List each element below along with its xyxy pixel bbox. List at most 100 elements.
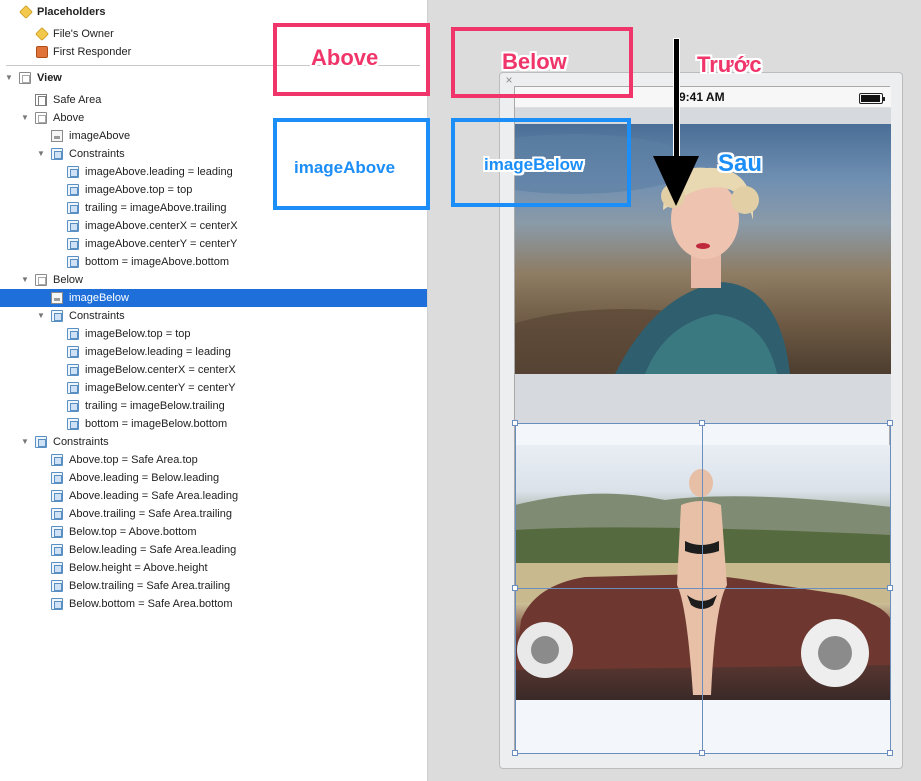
constraint-label: imageBelow.centerX = centerX [85,364,236,376]
constraint-icon [51,508,63,520]
constraint-label: trailing = imageBelow.trailing [85,400,225,412]
safe-area-label: Safe Area [53,94,102,106]
constraint-icon [51,580,63,592]
image-view-icon [51,130,63,142]
image-below-view[interactable] [515,445,891,700]
constraint-label: trailing = imageAbove.trailing [85,202,227,214]
constraint-icon [67,418,79,430]
constraint-row[interactable]: Below.trailing = Safe Area.trailing [0,577,427,595]
image-below-label: imageBelow [69,292,129,304]
constraint-icon [67,256,79,268]
constraint-icon [67,400,79,412]
resize-handle[interactable] [887,585,893,591]
constraint-label: Above.top = Safe Area.top [69,454,198,466]
above-label: Above [53,112,85,124]
annotation-arrow-shaft [673,38,680,166]
constraints-label: Constraints [53,436,109,448]
constraint-label: bottom = imageBelow.bottom [85,418,228,430]
constraint-row[interactable]: Above.leading = Below.leading [0,469,427,487]
constraint-row[interactable]: Below.height = Above.height [0,559,427,577]
safe-area-icon [35,94,47,106]
disclosure-triangle-icon[interactable]: ▼ [36,145,46,163]
constraint-row[interactable]: imageAbove.centerY = centerY [0,235,427,253]
constraint-icon [67,202,79,214]
constraint-label: Above.trailing = Safe Area.trailing [69,508,232,520]
resize-handle[interactable] [887,750,893,756]
constraint-label: imageAbove.centerX = centerX [85,220,238,232]
disclosure-triangle-icon[interactable]: ▼ [20,433,30,451]
down-arrow-icon [653,156,699,206]
constraint-label: Below.height = Above.height [69,562,208,574]
constraint-row[interactable]: imageBelow.top = top [0,325,427,343]
constraint-row[interactable]: Above.top = Safe Area.top [0,451,427,469]
placeholders-label: Placeholders [37,6,106,18]
constraint-icon [67,238,79,250]
below-view-empty-area [515,700,891,754]
resize-handle[interactable] [512,750,518,756]
view-icon [35,112,47,124]
constraint-icon [51,598,63,610]
outline-row-below[interactable]: ▼ Below [0,271,427,289]
constraint-row[interactable]: imageAbove.centerX = centerX [0,217,427,235]
center-y-guide [515,588,891,589]
constraint-label: bottom = imageAbove.bottom [85,256,229,268]
constraint-row[interactable]: Below.leading = Safe Area.leading [0,541,427,559]
constraint-label: Below.bottom = Safe Area.bottom [69,598,233,610]
outline-row-view-constraints[interactable]: ▼ Constraints [0,433,427,451]
constraint-row[interactable]: Below.top = Above.bottom [0,523,427,541]
constraint-icon [67,328,79,340]
constraint-icon [67,184,79,196]
view-icon [35,274,47,286]
image-view-icon [51,292,63,304]
constraint-row[interactable]: bottom = imageAbove.bottom [0,253,427,271]
annotation-truoc-label: Trước [697,52,762,77]
constraint-label: Below.trailing = Safe Area.trailing [69,580,231,592]
resize-handle[interactable] [699,750,705,756]
constraints-icon [35,436,47,448]
files-owner-label: File's Owner [53,28,114,40]
constraint-row[interactable]: bottom = imageBelow.bottom [0,415,427,433]
constraints-label: Constraints [69,148,125,160]
annotation-image-above-label: imageAbove [294,158,396,177]
constraint-icon [51,472,63,484]
constraint-icon [67,220,79,232]
constraint-row[interactable]: trailing = imageBelow.trailing [0,397,427,415]
below-label: Below [53,274,83,286]
constraint-row[interactable]: Below.bottom = Safe Area.bottom [0,595,427,613]
outline-row-image-below[interactable]: imageBelow [0,289,427,307]
outline-row-placeholders[interactable]: Placeholders [0,3,427,21]
image-above-label: imageAbove [69,130,131,142]
disclosure-triangle-icon[interactable]: ▼ [4,69,14,87]
constraint-label: imageAbove.leading = leading [85,166,233,178]
disclosure-triangle-icon[interactable]: ▼ [20,271,30,289]
resize-handle[interactable] [699,420,705,426]
constraint-icon [67,364,79,376]
constraint-row[interactable]: imageBelow.centerX = centerX [0,361,427,379]
constraint-icon [51,454,63,466]
status-time: 9:41 AM [679,90,725,104]
constraint-label: imageAbove.centerY = centerY [85,238,238,250]
files-owner-cube-icon [35,27,49,41]
constraint-icon [67,382,79,394]
constraint-icon [67,346,79,358]
constraint-row[interactable]: imageBelow.leading = leading [0,343,427,361]
view-icon [19,72,31,84]
disclosure-triangle-icon[interactable]: ▼ [36,307,46,325]
constraint-icon [51,562,63,574]
constraints-icon [51,310,63,322]
disclosure-triangle-icon[interactable]: ▼ [20,109,30,127]
constraint-label: imageAbove.top = top [85,184,193,196]
constraint-row[interactable]: imageBelow.centerY = centerY [0,379,427,397]
resize-handle[interactable] [887,420,893,426]
constraint-label: Above.leading = Safe Area.leading [69,490,239,502]
resize-handle[interactable] [512,420,518,426]
annotation-image-below-label: imageBelow [484,155,584,174]
constraint-label: imageBelow.centerY = centerY [85,382,236,394]
constraints-label: Constraints [69,310,125,322]
constraint-row[interactable]: Above.leading = Safe Area.leading [0,487,427,505]
constraint-row[interactable]: Above.trailing = Safe Area.trailing [0,505,427,523]
resize-handle[interactable] [512,585,518,591]
first-responder-cube-icon [36,46,48,58]
outline-row-below-constraints[interactable]: ▼ Constraints [0,307,427,325]
constraint-label: Below.leading = Safe Area.leading [69,544,237,556]
